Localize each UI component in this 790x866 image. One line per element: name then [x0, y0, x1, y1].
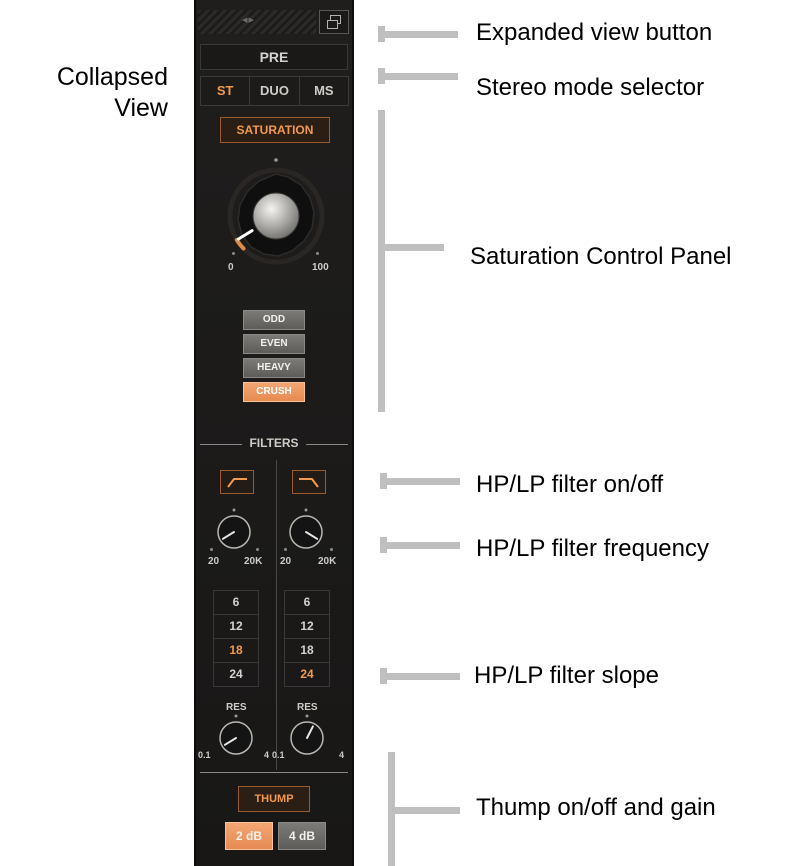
sat-max-dot	[316, 252, 319, 255]
annotation-saturation-panel: Saturation Control Panel	[470, 243, 732, 270]
section-title: PRE	[200, 44, 348, 70]
module-header-bar: ◂▸	[198, 10, 316, 34]
filter-frequency-leader-line	[380, 542, 460, 549]
annotation-stereo-mode: Stereo mode selector	[476, 74, 705, 101]
saturation-bracket	[378, 110, 385, 412]
collapsed-view-label: Collapsed View	[18, 62, 168, 125]
saturation-leader-line	[378, 244, 444, 251]
highpass-resonance-knob[interactable]	[214, 712, 258, 758]
annotation-thump: Thump on/off and gain	[476, 794, 716, 821]
hp-res-max-label: 4	[264, 750, 270, 760]
filters-title: FILTERS	[249, 436, 299, 450]
annotation-filter-frequency: HP/LP filter frequency	[476, 535, 710, 562]
highpass-slope-selector: 6 12 18 24	[213, 590, 259, 687]
lp-freq-min-dot	[284, 548, 287, 551]
thump-toggle-button[interactable]: THUMP	[238, 786, 310, 812]
filters-divider	[276, 460, 277, 770]
lp-freq-max-label: 20K	[318, 556, 337, 567]
lowpass-toggle-button[interactable]	[292, 470, 326, 494]
harmonic-heavy-button[interactable]: HEAVY	[243, 358, 305, 378]
thump-divider	[200, 772, 348, 773]
plugin-strip: ◂▸ PRE ST DUO MS SATURATION 0 100 ODD EV…	[194, 0, 354, 866]
harmonic-even-button[interactable]: EVEN	[243, 334, 305, 354]
saturation-toggle[interactable]: SATURATION	[220, 117, 330, 143]
lp-res-max-label: 4	[339, 750, 345, 760]
filter-slope-leader-line	[380, 673, 460, 680]
hp-freq-max-dot	[256, 548, 259, 551]
page: Collapsed View ◂▸ PRE ST DUO MS SATURATI…	[0, 0, 790, 866]
hp-freq-min-label: 20	[208, 556, 220, 567]
stereo-mode-selector: ST DUO MS	[200, 76, 349, 106]
annotation-filter-slope: HP/LP filter slope	[474, 662, 659, 689]
sat-min-dot	[232, 252, 235, 255]
lp-slope-option[interactable]: 24	[285, 663, 329, 686]
lowpass-icon	[299, 478, 319, 488]
annotation-filter-onoff: HP/LP filter on/off	[476, 471, 664, 498]
nav-arrows-icon[interactable]: ◂▸	[242, 13, 255, 26]
lowpass-frequency-knob[interactable]	[282, 504, 330, 552]
expand-leader-line	[378, 31, 458, 38]
lowpass-resonance-knob[interactable]	[285, 712, 329, 758]
thump-leader-line	[388, 807, 460, 814]
thump-4db-button[interactable]: 4 dB	[278, 822, 326, 850]
lp-slope-option[interactable]: 12	[285, 615, 329, 639]
lp-res-min-label: 0.1	[272, 750, 285, 760]
expand-view-button[interactable]	[319, 10, 349, 34]
highpass-toggle-button[interactable]	[220, 470, 254, 494]
collapsed-view-line1: Collapsed	[56, 63, 168, 91]
harmonic-crush-button[interactable]: CRUSH	[243, 382, 305, 402]
lp-freq-max-dot	[330, 548, 333, 551]
lp-slope-option[interactable]: 6	[285, 591, 329, 615]
hp-freq-max-label: 20K	[244, 556, 263, 567]
hp-slope-option[interactable]: 18	[214, 639, 258, 663]
filter-onoff-leader-line	[380, 478, 460, 485]
lp-freq-min-label: 20	[280, 556, 292, 567]
hp-slope-option[interactable]: 6	[214, 591, 258, 615]
harmonic-odd-button[interactable]: ODD	[243, 310, 305, 330]
lp-slope-option[interactable]: 18	[285, 639, 329, 663]
filters-section-header: FILTERS	[200, 436, 348, 452]
lowpass-slope-selector: 6 12 18 24	[284, 590, 330, 687]
collapsed-view-line2: View	[114, 94, 168, 123]
mode-ms-button[interactable]: MS	[298, 76, 349, 106]
sat-max-label: 100	[312, 262, 329, 273]
hp-res-min-label: 0.1	[198, 750, 211, 760]
expand-window-icon-front	[327, 20, 338, 29]
annotation-expanded-view: Expanded view button	[476, 19, 713, 46]
highpass-icon	[227, 478, 247, 488]
thump-2db-button[interactable]: 2 dB	[225, 822, 273, 850]
stereo-leader-line	[378, 73, 458, 80]
saturation-knob[interactable]	[224, 152, 328, 268]
hp-slope-option[interactable]: 24	[214, 663, 258, 686]
mode-duo-button[interactable]: DUO	[249, 76, 300, 106]
mode-st-button[interactable]: ST	[200, 76, 251, 106]
hp-freq-min-dot	[210, 548, 213, 551]
sat-min-label: 0	[228, 262, 234, 273]
hp-slope-option[interactable]: 12	[214, 615, 258, 639]
highpass-frequency-knob[interactable]	[210, 504, 258, 552]
